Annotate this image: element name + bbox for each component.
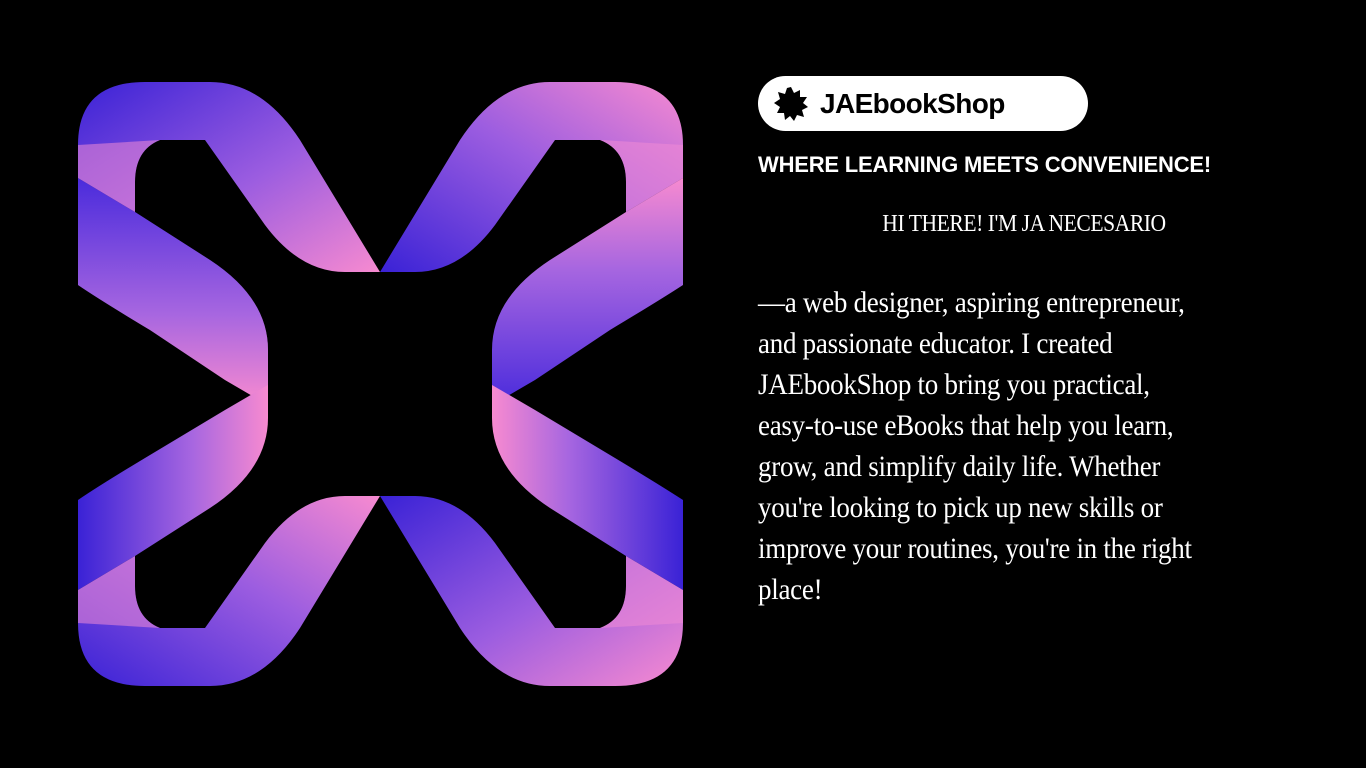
brand-name: JAEbookShop [820,87,1005,119]
brand-badge[interactable]: JAEbookShop [758,76,1088,131]
intro-line: place! [758,573,823,606]
intro-line: and passionate educator. I created [758,327,1113,360]
intro-paragraph: —a web designer, aspiring entrepreneur, … [758,282,1289,610]
tagline: WHERE LEARNING MEETS CONVENIENCE! [758,152,1211,177]
intro-line: you're looking to pick up new skills or [758,491,1163,524]
starburst-badge-icon [774,86,808,121]
intro-line: easy-to-use eBooks that help you learn, [758,409,1174,442]
intro-line: —a web designer, aspiring entrepreneur, [758,286,1185,319]
greeting-heading: HI THERE! I'M JA NECESARIO [882,211,1166,237]
intro-line: JAEbookShop to bring you practical, [758,368,1150,401]
intro-line: improve your routines, you're in the rig… [758,532,1192,565]
logo-ribbons [78,82,683,686]
intro-line: grow, and simplify daily life. Whether [758,450,1161,483]
